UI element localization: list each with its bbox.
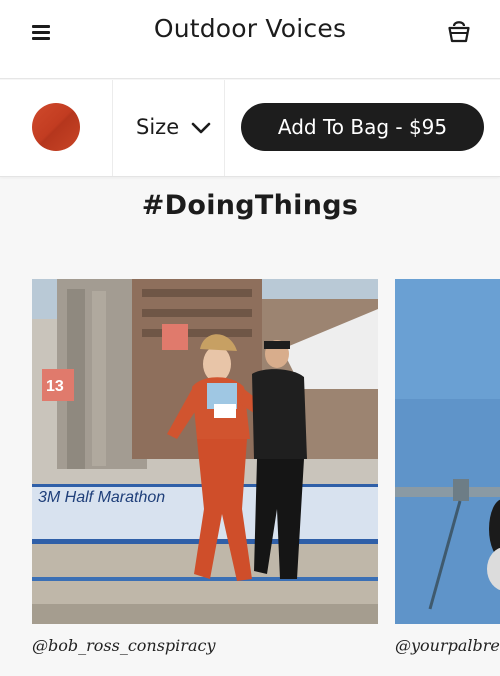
marathon-photo[interactable]: 3M Half Marathon 13 [32,279,378,624]
gallery-caption[interactable]: @yourpalbreez [395,636,500,655]
gallery-card[interactable]: 3M Half Marathon 13 @bob_ross_conspiracy [32,279,378,655]
color-swatch-cell [0,80,113,176]
add-to-bag-button[interactable]: Add To Bag - $95 [241,103,484,151]
gallery-caption[interactable]: @bob_ross_conspiracy [32,636,378,655]
size-selector[interactable]: Size [113,80,225,176]
section-title: #DoingThings [141,190,359,221]
marathon-banner: 3M Half Marathon [38,489,165,506]
sky-photo[interactable] [395,279,500,624]
size-label: Size [136,115,180,139]
gallery-card[interactable]: @yourpalbreez [395,279,500,655]
color-swatch[interactable] [32,103,80,151]
shopping-bag-icon[interactable] [446,17,472,45]
mile-marker: 13 [46,378,64,395]
product-action-bar: Size Add To Bag - $95 [0,80,500,177]
top-header: Outdoor Voices [0,0,500,79]
brand-logo[interactable]: Outdoor Voices [0,14,500,43]
chevron-down-icon [191,120,211,139]
banner-text: 3M Half Marathon [38,489,165,506]
